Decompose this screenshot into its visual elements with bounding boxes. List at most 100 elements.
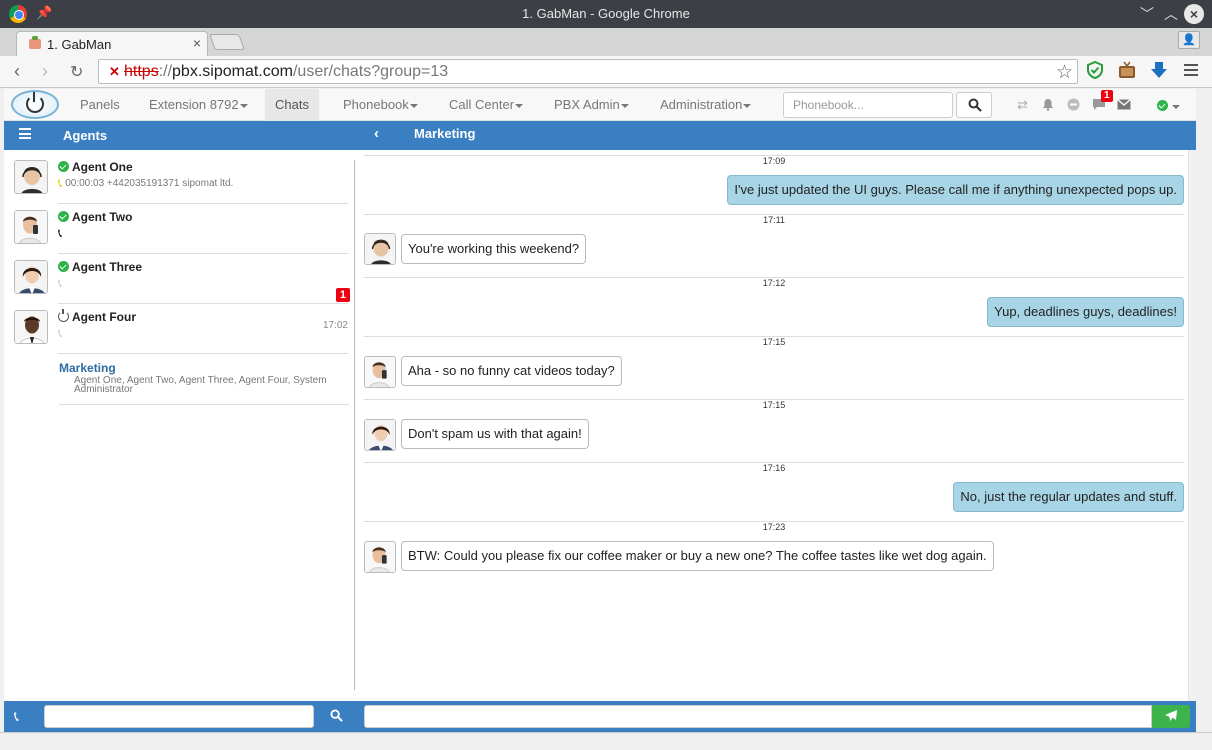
message-time: 17:16 xyxy=(762,463,786,473)
divider xyxy=(59,404,349,405)
agent-two-chat-avatar xyxy=(364,541,396,573)
hamburger-menu-icon[interactable] xyxy=(19,128,31,139)
collapse-panel-icon[interactable]: ‹ xyxy=(374,125,379,142)
search-icon xyxy=(968,98,982,112)
agent-two-chat-avatar xyxy=(364,356,396,388)
timestamp-divider: 17:15 xyxy=(364,336,1184,347)
transfer-icon[interactable]: ⇄ xyxy=(1017,97,1028,113)
power-logo-icon xyxy=(26,92,44,113)
tv-extension-icon[interactable] xyxy=(1118,61,1136,79)
user-status-dropdown[interactable] xyxy=(1157,98,1180,113)
tab-title: 1. GabMan xyxy=(47,37,112,52)
address-bar[interactable]: ✕ https://pbx.sipomat.com/user/chats?gro… xyxy=(98,59,1078,84)
timestamp-divider: 17:16 xyxy=(364,462,1184,473)
agent-one-name-row: Agent One xyxy=(58,160,133,174)
gabman-favicon-icon xyxy=(29,36,41,49)
dial-input[interactable] xyxy=(44,705,314,728)
agent-item-two[interactable]: Agent Two 📞︎ xyxy=(14,210,350,260)
new-tab-button[interactable] xyxy=(209,34,245,50)
nav-chats-label: Chats xyxy=(275,97,309,112)
send-button[interactable] xyxy=(1152,705,1190,728)
message-time: 17:12 xyxy=(762,278,786,288)
forward-icon[interactable]: › xyxy=(42,61,48,82)
caret-down-icon xyxy=(239,103,248,108)
agent-four-avatar xyxy=(14,310,48,344)
agent-last-seen: 17:02 xyxy=(322,320,348,331)
chat-scrollbar[interactable] xyxy=(1188,150,1196,701)
back-icon[interactable]: ‹ xyxy=(14,61,20,82)
envelope-icon[interactable] xyxy=(1117,99,1131,110)
agent-name: Agent Three xyxy=(72,260,143,274)
paper-plane-icon xyxy=(1165,710,1177,721)
offline-power-icon xyxy=(58,309,69,322)
window-titlebar: 📌 1. GabMan - Google Chrome ﹀ ︿ × xyxy=(0,0,1212,28)
caret-down-icon xyxy=(1172,104,1180,109)
gabman-logo[interactable] xyxy=(11,90,59,119)
agent-three-call-row: 📞︎ xyxy=(58,276,65,291)
maximize-icon[interactable]: ︿ xyxy=(1164,4,1178,24)
bell-icon[interactable] xyxy=(1042,98,1054,111)
nav-extension[interactable]: Extension 8792 xyxy=(139,89,258,121)
agent-three-name-row: Agent Three xyxy=(58,260,142,274)
divider xyxy=(58,303,348,304)
message-outgoing: No, just the regular updates and stuff. xyxy=(953,482,1184,512)
caret-down-icon xyxy=(409,103,418,108)
phonebook-search-button[interactable] xyxy=(956,92,992,118)
reload-icon[interactable]: ↻ xyxy=(70,62,83,82)
agents-panel-title: Agents xyxy=(63,128,108,143)
message-time: 17:15 xyxy=(762,337,786,347)
not-secure-icon: ✕ xyxy=(109,64,120,79)
agent-two-avatar xyxy=(14,210,48,244)
agent-call-info: 00:00:03 +442035191371 sipomat ltd. xyxy=(65,178,234,189)
minimize-icon[interactable]: ﹀ xyxy=(1140,4,1154,24)
divider xyxy=(58,353,348,354)
online-status-icon xyxy=(58,261,69,272)
nav-chats[interactable]: Chats xyxy=(265,89,319,121)
main-content: Agent One 📞︎ 00:00:03 +442035191371 sipom… xyxy=(4,150,1196,701)
browser-tab[interactable]: 1. GabMan × xyxy=(16,31,208,56)
agent-two-call-row: 📞︎ xyxy=(58,226,65,241)
nav-extension-label: Extension 8792 xyxy=(149,97,239,112)
do-not-disturb-icon[interactable] xyxy=(1067,98,1080,111)
nav-phonebook[interactable]: Phonebook xyxy=(333,89,428,121)
message-time: 17:15 xyxy=(762,400,786,410)
agent-one-chat-avatar xyxy=(364,233,396,265)
online-status-icon xyxy=(58,161,69,172)
nav-administration[interactable]: Administration xyxy=(650,89,761,121)
timestamp-divider: 17:15 xyxy=(364,399,1184,410)
browser-toolbar: ‹ › ↻ ✕ https://pbx.sipomat.com/user/cha… xyxy=(0,56,1212,88)
tab-close-icon[interactable]: × xyxy=(193,35,201,51)
divider xyxy=(58,253,348,254)
shield-extension-icon[interactable] xyxy=(1086,61,1104,79)
agent-item-three[interactable]: Agent Three 📞︎ 1 xyxy=(14,260,350,310)
nav-pbx-admin[interactable]: PBX Admin xyxy=(544,89,639,121)
chat-message-input[interactable] xyxy=(364,705,1152,728)
url-scheme: https xyxy=(124,63,159,80)
timestamp-divider: 17:11 xyxy=(364,214,1184,225)
phonebook-search-input[interactable] xyxy=(783,92,953,118)
agent-name: Agent Four xyxy=(72,310,136,324)
message-time: 17:09 xyxy=(762,156,786,166)
agent-item-four[interactable]: Agent Four 17:02 📞︎ xyxy=(14,309,350,360)
window-close-icon[interactable]: × xyxy=(1184,4,1204,24)
chrome-menu-icon[interactable] xyxy=(1182,61,1200,79)
phone-idle-icon: 📞︎ xyxy=(58,326,63,340)
nav-pbx-admin-label: PBX Admin xyxy=(554,97,620,112)
agent-name: Agent One xyxy=(72,160,133,174)
profile-icon[interactable]: 👤 xyxy=(1178,31,1200,49)
search-icon[interactable] xyxy=(330,709,343,722)
url-host: pbx.sipomat.com xyxy=(172,63,293,80)
bookmark-star-icon[interactable]: ☆ xyxy=(1056,61,1073,84)
message-outgoing: I've just updated the UI guys. Please ca… xyxy=(727,175,1184,205)
message-incoming: Aha - so no funny cat videos today? xyxy=(401,356,622,386)
timestamp-divider: 17:23 xyxy=(364,521,1184,532)
agent-three-avatar xyxy=(14,260,48,294)
caret-down-icon xyxy=(743,103,752,108)
download-extension-icon[interactable] xyxy=(1150,61,1168,79)
online-status-icon xyxy=(1157,100,1168,111)
nav-administration-label: Administration xyxy=(660,97,743,112)
nav-call-center[interactable]: Call Center xyxy=(439,89,533,121)
agent-item-one[interactable]: Agent One 📞︎ 00:00:03 +442035191371 sipom… xyxy=(14,160,350,210)
dial-phone-icon[interactable]: 📞︎ xyxy=(14,708,19,725)
nav-panels[interactable]: Panels xyxy=(70,89,130,121)
